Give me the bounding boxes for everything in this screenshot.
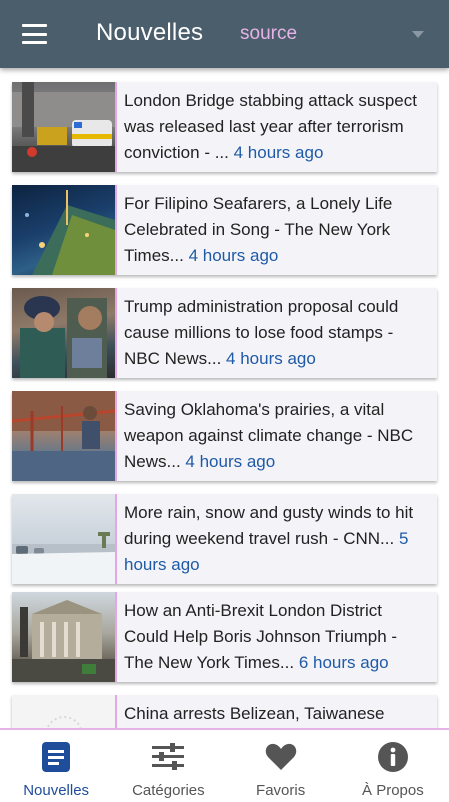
news-item[interactable]: Trump administration proposal could caus… xyxy=(12,288,437,378)
news-item-text: Trump administration proposal could caus… xyxy=(117,288,437,378)
news-item-time: 4 hours ago xyxy=(185,452,276,471)
news-thumbnail xyxy=(12,494,117,584)
news-feed: London Bridge stabbing attack suspect wa… xyxy=(0,68,449,728)
news-item-text: For Filipino Seafarers, a Lonely Life Ce… xyxy=(117,185,437,275)
news-item-time: 4 hours ago xyxy=(233,143,324,162)
source-dropdown-label: source xyxy=(240,23,298,44)
sliders-icon xyxy=(152,742,185,772)
nav-label: Nouvelles xyxy=(23,782,90,799)
news-item-title: China arrests Belizean, Taiwanese xyxy=(124,704,385,723)
news-item[interactable]: London Bridge stabbing attack suspect wa… xyxy=(12,82,437,172)
menu-icon[interactable] xyxy=(22,24,47,44)
nav-tab-favoris[interactable]: Favoris xyxy=(225,730,337,802)
news-item-text: How an Anti-Brexit London District Could… xyxy=(117,592,437,682)
nav-label: Favoris xyxy=(256,782,306,799)
heart-icon xyxy=(265,742,297,772)
news-thumbnail xyxy=(12,185,117,275)
news-item[interactable]: For Filipino Seafarers, a Lonely Life Ce… xyxy=(12,185,437,275)
source-dropdown[interactable]: source xyxy=(238,18,434,50)
news-thumbnail xyxy=(12,82,117,172)
nav-label: À Propos xyxy=(362,782,424,799)
news-thumbnail xyxy=(12,592,117,682)
info-icon xyxy=(377,742,408,772)
app-bar: Nouvelles source xyxy=(0,0,449,68)
news-item-text: London Bridge stabbing attack suspect wa… xyxy=(117,82,437,172)
bottom-navigation: Nouvelles Catégories Favoris À Propos xyxy=(0,728,449,802)
news-item-title: More rain, snow and gusty winds to hit d… xyxy=(124,503,414,548)
news-item-text: Saving Oklahoma's prairies, a vital weap… xyxy=(117,391,437,481)
nav-tab-categories[interactable]: Catégories xyxy=(112,730,224,802)
nav-tab-nouvelles[interactable]: Nouvelles xyxy=(0,730,112,802)
news-thumbnail xyxy=(12,391,117,481)
news-item[interactable]: Saving Oklahoma's prairies, a vital weap… xyxy=(12,391,437,481)
nav-tab-a-propos[interactable]: À Propos xyxy=(337,730,449,802)
news-item-time: 6 hours ago xyxy=(298,653,389,672)
news-item-time: 4 hours ago xyxy=(188,246,279,265)
news-item-text: More rain, snow and gusty winds to hit d… xyxy=(117,494,437,584)
news-item[interactable]: How an Anti-Brexit London District Could… xyxy=(12,592,437,682)
news-thumbnail xyxy=(12,288,117,378)
news-item-time: 4 hours ago xyxy=(226,349,316,368)
nav-label: Catégories xyxy=(132,782,205,799)
news-thumbnail xyxy=(12,695,117,728)
news-item[interactable]: More rain, snow and gusty winds to hit d… xyxy=(12,494,437,584)
page-title: Nouvelles xyxy=(96,19,204,46)
news-item-text: China arrests Belizean, Taiwanese xyxy=(117,695,393,728)
news-icon xyxy=(42,742,71,772)
news-item[interactable]: China arrests Belizean, Taiwanese xyxy=(12,695,437,728)
chevron-down-icon xyxy=(412,30,424,38)
